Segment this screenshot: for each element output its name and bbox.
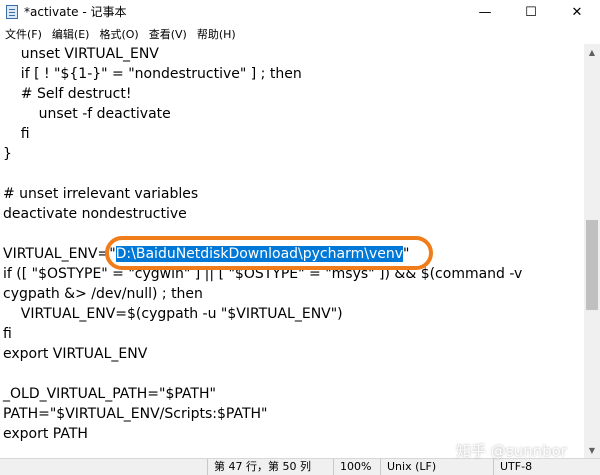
notepad-icon — [6, 5, 18, 19]
code-line: if [ ! "${1-}" = "nondestructive" ] ; th… — [3, 66, 302, 82]
code-line: # unset irrelevant variables — [3, 186, 199, 202]
scrollbar-thumb[interactable] — [586, 220, 598, 310]
code-line: cygpath &> /dev/null) ; then — [3, 286, 203, 302]
code-line: unset -f deactivate — [3, 106, 171, 122]
code-line: } — [3, 146, 12, 162]
menu-file[interactable]: 文件(F) — [0, 26, 47, 42]
code-line: deactivate nondestructive — [3, 206, 187, 222]
code-line: _OLD_VIRTUAL_PATH="$PATH" — [3, 386, 216, 402]
vertical-scrollbar[interactable]: ▲ ▼ — [584, 44, 600, 458]
selected-line-prefix: VIRTUAL_ENV=" — [3, 246, 116, 262]
menu-format[interactable]: 格式(O) — [94, 26, 143, 42]
code-line: # Self destruct! — [3, 86, 132, 102]
code-line: export VIRTUAL_ENV — [3, 346, 148, 362]
code-line: fi — [3, 126, 30, 142]
cursor-position: 第 47 行，第 50 列 — [207, 459, 332, 475]
code-line: export PATH — [3, 426, 88, 442]
scroll-up-arrow-icon[interactable]: ▲ — [584, 44, 600, 60]
watermark: 知乎 @sunnbor — [456, 442, 567, 460]
menu-edit[interactable]: 编辑(E) — [47, 26, 95, 42]
menu-bar: 文件(F) 编辑(E) 格式(O) 查看(V) 帮助(H) — [0, 24, 600, 44]
code-line: VIRTUAL_ENV=$(cygpath -u "$VIRTUAL_ENV") — [3, 306, 343, 322]
annotation-ring — [105, 236, 433, 270]
maximize-button[interactable]: ☐ — [508, 0, 554, 24]
menu-view[interactable]: 查看(V) — [144, 26, 192, 42]
window-title: *activate - 记事本 — [24, 5, 127, 19]
line-ending: Unix (LF) — [380, 459, 497, 475]
menu-help[interactable]: 帮助(H) — [192, 26, 241, 42]
scroll-down-arrow-icon[interactable]: ▼ — [584, 442, 600, 458]
zoom-level: 100% — [333, 459, 384, 475]
code-line: unset VIRTUAL_ENV — [3, 46, 159, 62]
close-button[interactable]: ✕ — [554, 0, 600, 24]
title-bar: *activate - 记事本 — ☐ ✕ — [0, 0, 600, 24]
code-line: PATH="$VIRTUAL_ENV/Scripts:$PATH" — [3, 406, 268, 422]
minimize-button[interactable]: — — [462, 0, 508, 24]
encoding: UTF-8 — [493, 459, 600, 475]
code-line: fi — [3, 326, 12, 342]
